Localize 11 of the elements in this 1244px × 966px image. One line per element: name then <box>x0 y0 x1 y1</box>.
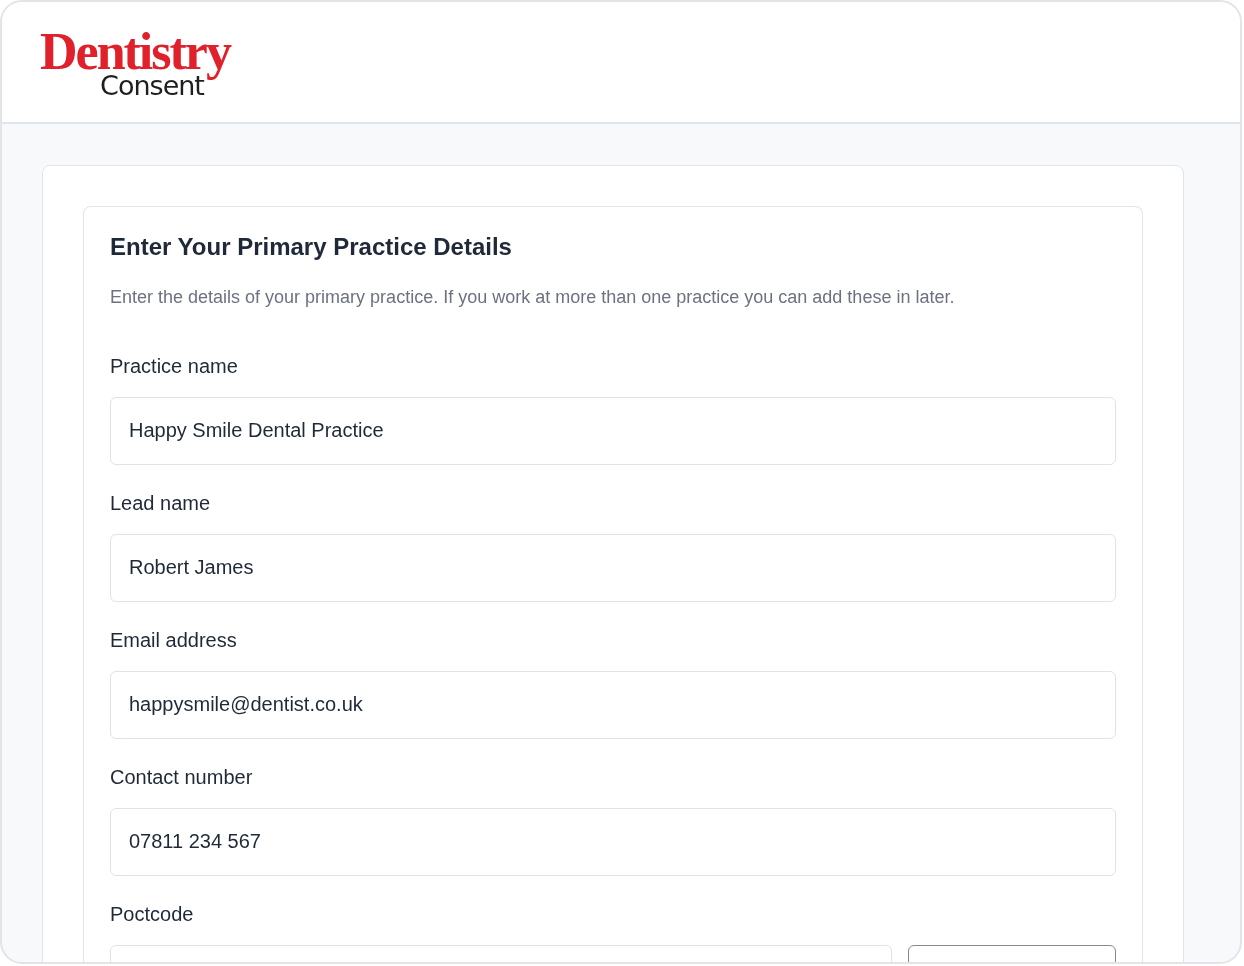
field-label: Practice name <box>110 353 239 379</box>
field-label: Poctcode <box>110 901 195 927</box>
field-label: Contact number <box>110 764 254 790</box>
input-field[interactable]: happysmile@dentist.co.uk <box>110 670 1116 739</box>
form-description: Enter the details of your primary practice. If you work at more than one practice you can add these in later. <box>110 285 956 309</box>
form-title: Enter Your Primary Practice Details <box>110 233 513 262</box>
input-field[interactable]: Happy Smile Dental Practice <box>110 396 1116 465</box>
input-field[interactable]: Robert James <box>110 533 1116 602</box>
field-label: Email address <box>110 627 238 653</box>
input-field[interactable]: 07811 234 567 <box>110 807 1116 876</box>
field-label: Lead name <box>110 490 212 516</box>
